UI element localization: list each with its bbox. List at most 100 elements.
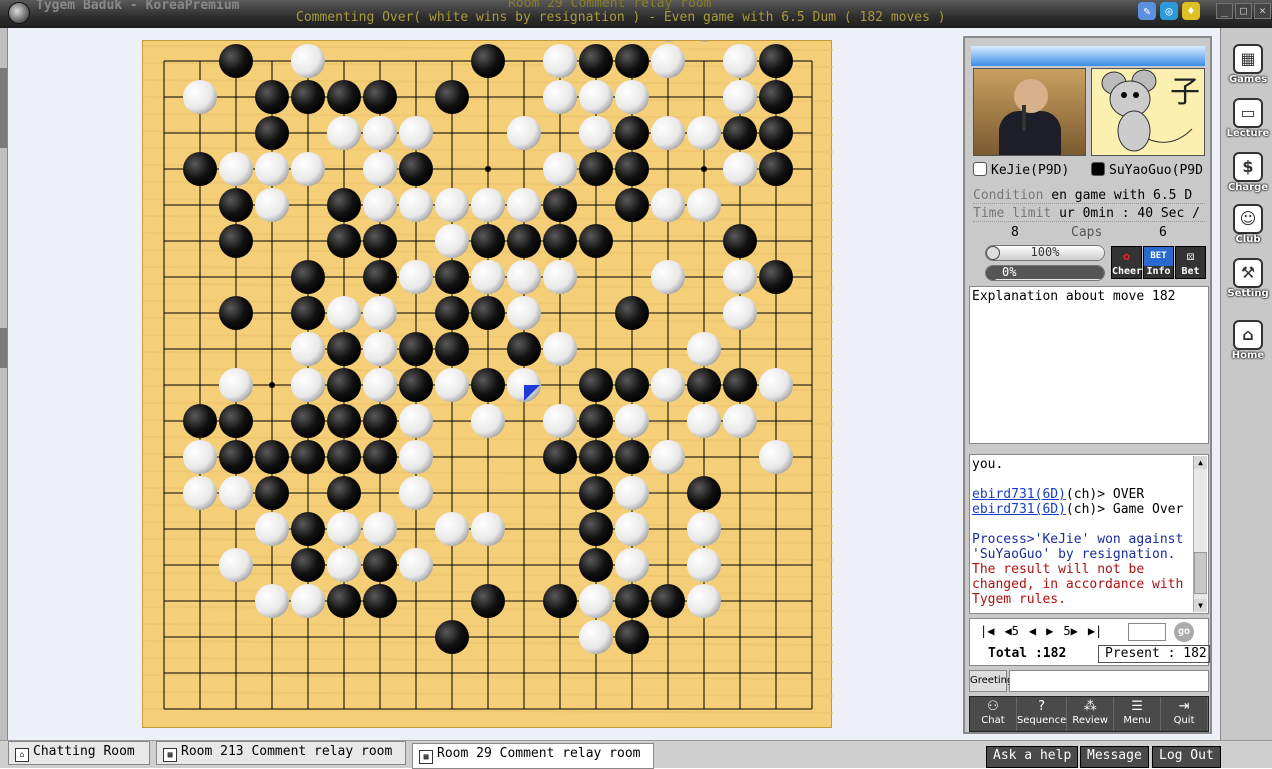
chat-button[interactable]: ⚇ Chat xyxy=(970,697,1017,731)
black-stone xyxy=(615,620,649,654)
white-stone xyxy=(435,224,469,258)
sidebar-home[interactable]: ⌂ Home xyxy=(1225,320,1271,372)
scroll-up-icon: ▲ xyxy=(1194,456,1207,469)
greeting-input[interactable] xyxy=(1009,670,1209,692)
black-stone xyxy=(363,584,397,618)
back-5-button[interactable]: ◀5 xyxy=(1004,624,1018,638)
white-stone xyxy=(399,260,433,294)
maximize-button[interactable]: □ xyxy=(1235,3,1252,19)
white-stone xyxy=(291,44,325,78)
black-time-bar: 0% xyxy=(985,265,1105,281)
minimize-button[interactable]: _ xyxy=(1216,3,1233,19)
chat-scrollbar[interactable]: ▲ ▼ xyxy=(1193,456,1207,612)
quit-button[interactable]: ⇥ Quit xyxy=(1161,697,1209,731)
black-stone xyxy=(471,368,505,402)
title-bar: Tygem Baduk - KoreaPremium Room 29 Comme… xyxy=(0,0,1272,28)
left-strip xyxy=(0,28,8,740)
brush-icon[interactable]: ✎ xyxy=(1138,2,1156,20)
panel-header-bar xyxy=(971,46,1205,66)
black-stone xyxy=(543,188,577,222)
black-stone xyxy=(363,260,397,294)
black-stone xyxy=(399,368,433,402)
black-stone xyxy=(219,440,253,474)
white-stone xyxy=(759,368,793,402)
black-stone xyxy=(759,116,793,150)
ask-help-button[interactable]: Ask a help xyxy=(986,746,1079,768)
charge-icon: $ xyxy=(1233,152,1263,182)
back-button[interactable]: ◀ xyxy=(1029,624,1036,638)
white-stone xyxy=(471,260,505,294)
logout-button[interactable]: Log Out xyxy=(1152,746,1221,768)
white-stone xyxy=(507,188,541,222)
black-stone xyxy=(219,404,253,438)
move-number-input[interactable] xyxy=(1128,623,1166,641)
white-stone xyxy=(723,44,757,78)
black-stone xyxy=(183,152,217,186)
white-stone xyxy=(255,188,289,222)
white-stone xyxy=(687,188,721,222)
bottom-toolbar: ⚇ Chat? Sequence ⁂ Review ☰ Menu ⇥ Quit xyxy=(969,696,1209,732)
black-stone xyxy=(435,260,469,294)
menu-button[interactable]: ☰ Menu xyxy=(1114,697,1162,731)
forward-button[interactable]: ▶ xyxy=(1046,624,1053,638)
sidebar-club[interactable]: ☺ Club xyxy=(1225,204,1271,256)
black-stone xyxy=(579,44,613,78)
sidebar-lecture[interactable]: ▭ Lecture xyxy=(1225,98,1271,150)
black-stone xyxy=(327,584,361,618)
chat-user-link[interactable]: ebird731(6D) xyxy=(972,487,1066,502)
white-stone xyxy=(327,116,361,150)
explanation-box[interactable]: Explanation about move 182 xyxy=(969,286,1209,444)
white-stone xyxy=(327,512,361,546)
black-stone xyxy=(435,332,469,366)
tab-room-29[interactable]: ▦ Room 29 Comment relay room xyxy=(412,743,654,769)
mouse-avatar: 子 xyxy=(1091,68,1205,156)
white-stone xyxy=(507,260,541,294)
lightbulb-icon[interactable]: ♦ xyxy=(1182,2,1200,20)
greeting-button[interactable]: Greeting xyxy=(969,670,1013,692)
black-stone xyxy=(327,404,361,438)
go-board[interactable] xyxy=(142,40,833,728)
app-logo-icon xyxy=(8,2,30,24)
black-stone xyxy=(255,116,289,150)
black-stone xyxy=(759,44,793,78)
rose-icon: ✿ xyxy=(1122,249,1131,263)
first-move-button[interactable]: |◀ xyxy=(980,624,994,638)
message-button[interactable]: Message xyxy=(1080,746,1149,768)
white-stone xyxy=(651,188,685,222)
quit-icon: ⇥ xyxy=(1178,699,1190,714)
tab-chatting-room[interactable]: ⌂ Chatting Room xyxy=(8,741,150,765)
star-point xyxy=(269,382,275,388)
black-stone xyxy=(723,116,757,150)
cheer-button[interactable]: ✿ Cheer xyxy=(1111,246,1142,279)
white-stone xyxy=(615,476,649,510)
white-stone xyxy=(363,332,397,366)
sidebar-charge[interactable]: $ Charge xyxy=(1225,152,1271,204)
close-button[interactable]: × xyxy=(1254,3,1271,19)
black-stone xyxy=(363,440,397,474)
explanation-text: Explanation about move 182 xyxy=(972,289,1176,304)
chat-user-link[interactable]: ebird731(6D) xyxy=(972,502,1066,517)
black-stone xyxy=(363,224,397,258)
home-icon: ⌂ xyxy=(1233,320,1263,350)
dice-icon: ⚄ xyxy=(1186,249,1195,263)
bet-button[interactable]: ⚄ Bet xyxy=(1175,246,1206,279)
white-stone xyxy=(723,260,757,294)
forward-5-button[interactable]: 5▶ xyxy=(1063,624,1077,638)
info-button[interactable]: BET Info xyxy=(1143,246,1174,279)
magnifier-icon[interactable]: ◎ xyxy=(1160,2,1178,20)
black-stone xyxy=(507,224,541,258)
sidebar-setting[interactable]: ⚒ Setting xyxy=(1225,258,1271,310)
chat-log[interactable]: you. ebird731(6D)(ch)> OVER ebird731(6D)(c… xyxy=(969,454,1209,614)
white-stone xyxy=(255,152,289,186)
last-move-button[interactable]: ▶| xyxy=(1088,624,1102,638)
review-button[interactable]: ⁂ Review xyxy=(1067,697,1115,731)
sequence-button[interactable]: ? Sequence xyxy=(1017,697,1068,731)
white-stone xyxy=(615,548,649,582)
go-button[interactable]: go xyxy=(1174,622,1194,642)
white-stone xyxy=(651,368,685,402)
board-svg xyxy=(143,41,833,714)
sidebar-games[interactable]: ▦ Games xyxy=(1225,44,1271,96)
tab-room-213[interactable]: ▦ Room 213 Comment relay room xyxy=(156,741,406,765)
black-stone xyxy=(291,512,325,546)
white-stone xyxy=(255,584,289,618)
